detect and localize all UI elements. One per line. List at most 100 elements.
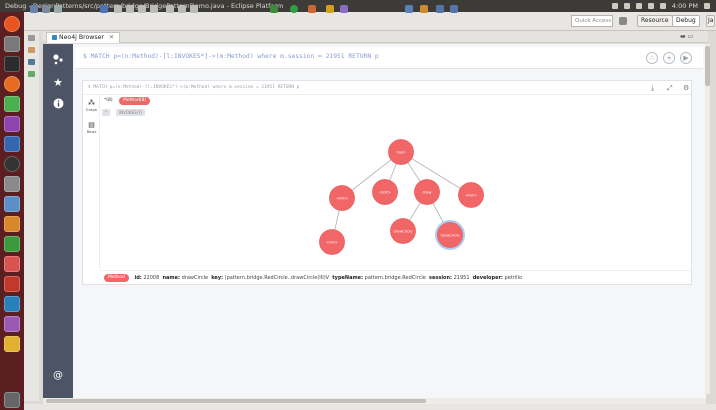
files-icon[interactable] bbox=[4, 36, 20, 52]
maximize-icon[interactable]: ▭ bbox=[688, 33, 694, 40]
detail-key-id: id: bbox=[134, 275, 142, 281]
power-icon[interactable] bbox=[704, 3, 710, 9]
tab-neo4j-browser[interactable]: Neo4j Browser ✕ bbox=[46, 32, 121, 43]
step-into-icon[interactable] bbox=[166, 5, 174, 13]
servers-view-icon[interactable] bbox=[28, 59, 35, 65]
save-icon[interactable] bbox=[42, 5, 50, 13]
mail-icon[interactable] bbox=[647, 3, 654, 9]
graph-node-label: drawCircle bbox=[394, 230, 414, 234]
new-package-icon[interactable] bbox=[326, 5, 334, 13]
bluetooth-icon[interactable] bbox=[635, 3, 642, 9]
favorites-star-icon[interactable]: ★ bbox=[43, 76, 73, 89]
perspective-debug-button[interactable]: Debug bbox=[672, 15, 700, 27]
disconnect-icon[interactable] bbox=[150, 5, 158, 13]
detail-key-typename: typeName: bbox=[332, 275, 364, 281]
resume-icon[interactable] bbox=[114, 5, 122, 13]
suspend-icon[interactable] bbox=[126, 5, 134, 13]
trash-icon[interactable] bbox=[4, 392, 20, 408]
vertical-scrollbar[interactable] bbox=[705, 44, 710, 394]
minimize-icon[interactable]: ▬ bbox=[680, 33, 686, 40]
app-icon[interactable] bbox=[4, 276, 20, 292]
cypher-query-input[interactable]: $ MATCH p=(n:Method)-[l:INVOKES*]->(m:Me… bbox=[83, 53, 379, 60]
result-frame-header: $ MATCH p=(n:Method)-[l:INVOKES*]->(m:Me… bbox=[83, 81, 691, 95]
label-pill-method[interactable]: Method(8) bbox=[119, 97, 151, 105]
download-icon[interactable]: ⤓ bbox=[651, 84, 654, 93]
graph-node-label: <init> bbox=[326, 241, 338, 245]
favorite-query-button[interactable]: ☆ bbox=[646, 52, 658, 64]
perspective-java-button[interactable]: Ja bbox=[706, 15, 716, 27]
calc-icon[interactable] bbox=[4, 236, 20, 252]
detail-key-key: key: bbox=[211, 275, 224, 281]
horizontal-scroll-thumb[interactable] bbox=[46, 399, 426, 403]
annotation-icon[interactable] bbox=[420, 5, 428, 13]
node-detail-bar: Method id: 22008 name: drawCircle key: (… bbox=[100, 270, 691, 284]
open-perspective-icon[interactable] bbox=[619, 17, 627, 25]
software-center-icon[interactable] bbox=[4, 256, 20, 272]
spreadsheet-icon[interactable] bbox=[4, 96, 20, 112]
tab-close-icon[interactable]: ✕ bbox=[109, 34, 114, 41]
graph-canvas[interactable]: main <init> <init> draw <init> <init> drawCirc… bbox=[101, 118, 691, 269]
graph-node-label: <init> bbox=[465, 194, 477, 198]
app-icon[interactable] bbox=[4, 296, 20, 312]
detail-value-key: (pattern.bridge.RedCircle..drawCircle(II… bbox=[224, 275, 330, 281]
view-rows-button[interactable]: ▤ Rows bbox=[83, 121, 100, 134]
new-icon[interactable] bbox=[30, 5, 38, 13]
volume-icon[interactable] bbox=[659, 3, 666, 9]
neo4j-tab-icon bbox=[52, 34, 57, 40]
detail-value-developer: petrillo bbox=[504, 275, 523, 281]
quick-access-input[interactable]: Quick Access bbox=[571, 15, 613, 27]
result-query-text[interactable]: $ MATCH p=(n:Method)-[l:INVOKES*]->(m:Me… bbox=[88, 85, 299, 90]
info-icon[interactable] bbox=[43, 98, 73, 112]
back-icon[interactable] bbox=[436, 5, 444, 13]
run-icon[interactable] bbox=[290, 5, 298, 13]
view-graph-button[interactable]: ⁂ Graph bbox=[83, 99, 100, 112]
external-tools-icon[interactable] bbox=[308, 5, 316, 13]
outline-view-icon[interactable] bbox=[28, 71, 35, 77]
neo4j-logo-icon[interactable] bbox=[43, 52, 73, 69]
terminate-icon[interactable] bbox=[138, 5, 146, 13]
vertical-scroll-thumb[interactable] bbox=[705, 46, 710, 86]
terminal-icon[interactable] bbox=[4, 56, 20, 72]
rel-type-all-chip[interactable]: * bbox=[102, 109, 110, 116]
network-icon[interactable] bbox=[623, 3, 630, 9]
result-view-switcher: ⁂ Graph ▤ Rows bbox=[83, 95, 100, 269]
skip-breakpoints-icon[interactable] bbox=[100, 5, 108, 13]
notes-icon[interactable] bbox=[4, 336, 20, 352]
restore-icon[interactable] bbox=[28, 35, 35, 41]
step-over-icon[interactable] bbox=[178, 5, 186, 13]
dropbox-icon[interactable] bbox=[611, 3, 618, 9]
neo4j-sidebar: ★ @ bbox=[43, 44, 73, 398]
clock[interactable]: 4:00 PM bbox=[672, 0, 698, 12]
disk-icon[interactable] bbox=[4, 176, 20, 192]
writer-icon[interactable] bbox=[4, 136, 20, 152]
forward-icon[interactable] bbox=[450, 5, 458, 13]
image-viewer-icon[interactable] bbox=[4, 196, 20, 212]
chrome-icon[interactable] bbox=[4, 156, 20, 172]
dash-icon[interactable] bbox=[4, 16, 20, 32]
print-icon[interactable] bbox=[54, 5, 62, 13]
new-class-icon[interactable] bbox=[340, 5, 348, 13]
rel-type-invokes-chip[interactable]: INVOKES(7) bbox=[116, 109, 146, 116]
detail-key-name: name: bbox=[162, 275, 181, 281]
expand-icon[interactable]: ⤢ bbox=[667, 84, 673, 93]
debug-icon[interactable] bbox=[270, 5, 278, 13]
debug-view-icon[interactable] bbox=[28, 47, 35, 53]
settings-gear-icon[interactable]: ⚙ bbox=[683, 84, 689, 92]
all-nodes-count[interactable]: *(8) bbox=[104, 97, 113, 105]
editor-tab-bar bbox=[42, 31, 708, 43]
perspective-resource-button[interactable]: Resource bbox=[637, 15, 673, 27]
search-icon[interactable] bbox=[405, 5, 413, 13]
step-return-icon[interactable] bbox=[190, 5, 198, 13]
launcher-bar bbox=[0, 12, 24, 410]
table-icon: ▤ bbox=[88, 121, 95, 129]
eclipse-icon[interactable] bbox=[4, 116, 20, 132]
firefox-icon[interactable] bbox=[4, 76, 20, 92]
butterfly-icon[interactable] bbox=[4, 216, 20, 232]
about-at-icon[interactable]: @ bbox=[43, 370, 73, 381]
detail-label-pill[interactable]: Method bbox=[104, 273, 129, 282]
system-tray: 4:00 PM bbox=[611, 0, 710, 12]
clear-query-button[interactable]: + bbox=[663, 52, 675, 64]
cypher-editor[interactable]: $ MATCH p=(n:Method)-[l:INVOKES*]->(m:Me… bbox=[75, 47, 703, 69]
run-query-button[interactable]: ▶ bbox=[680, 52, 692, 64]
app-icon[interactable] bbox=[4, 316, 20, 332]
